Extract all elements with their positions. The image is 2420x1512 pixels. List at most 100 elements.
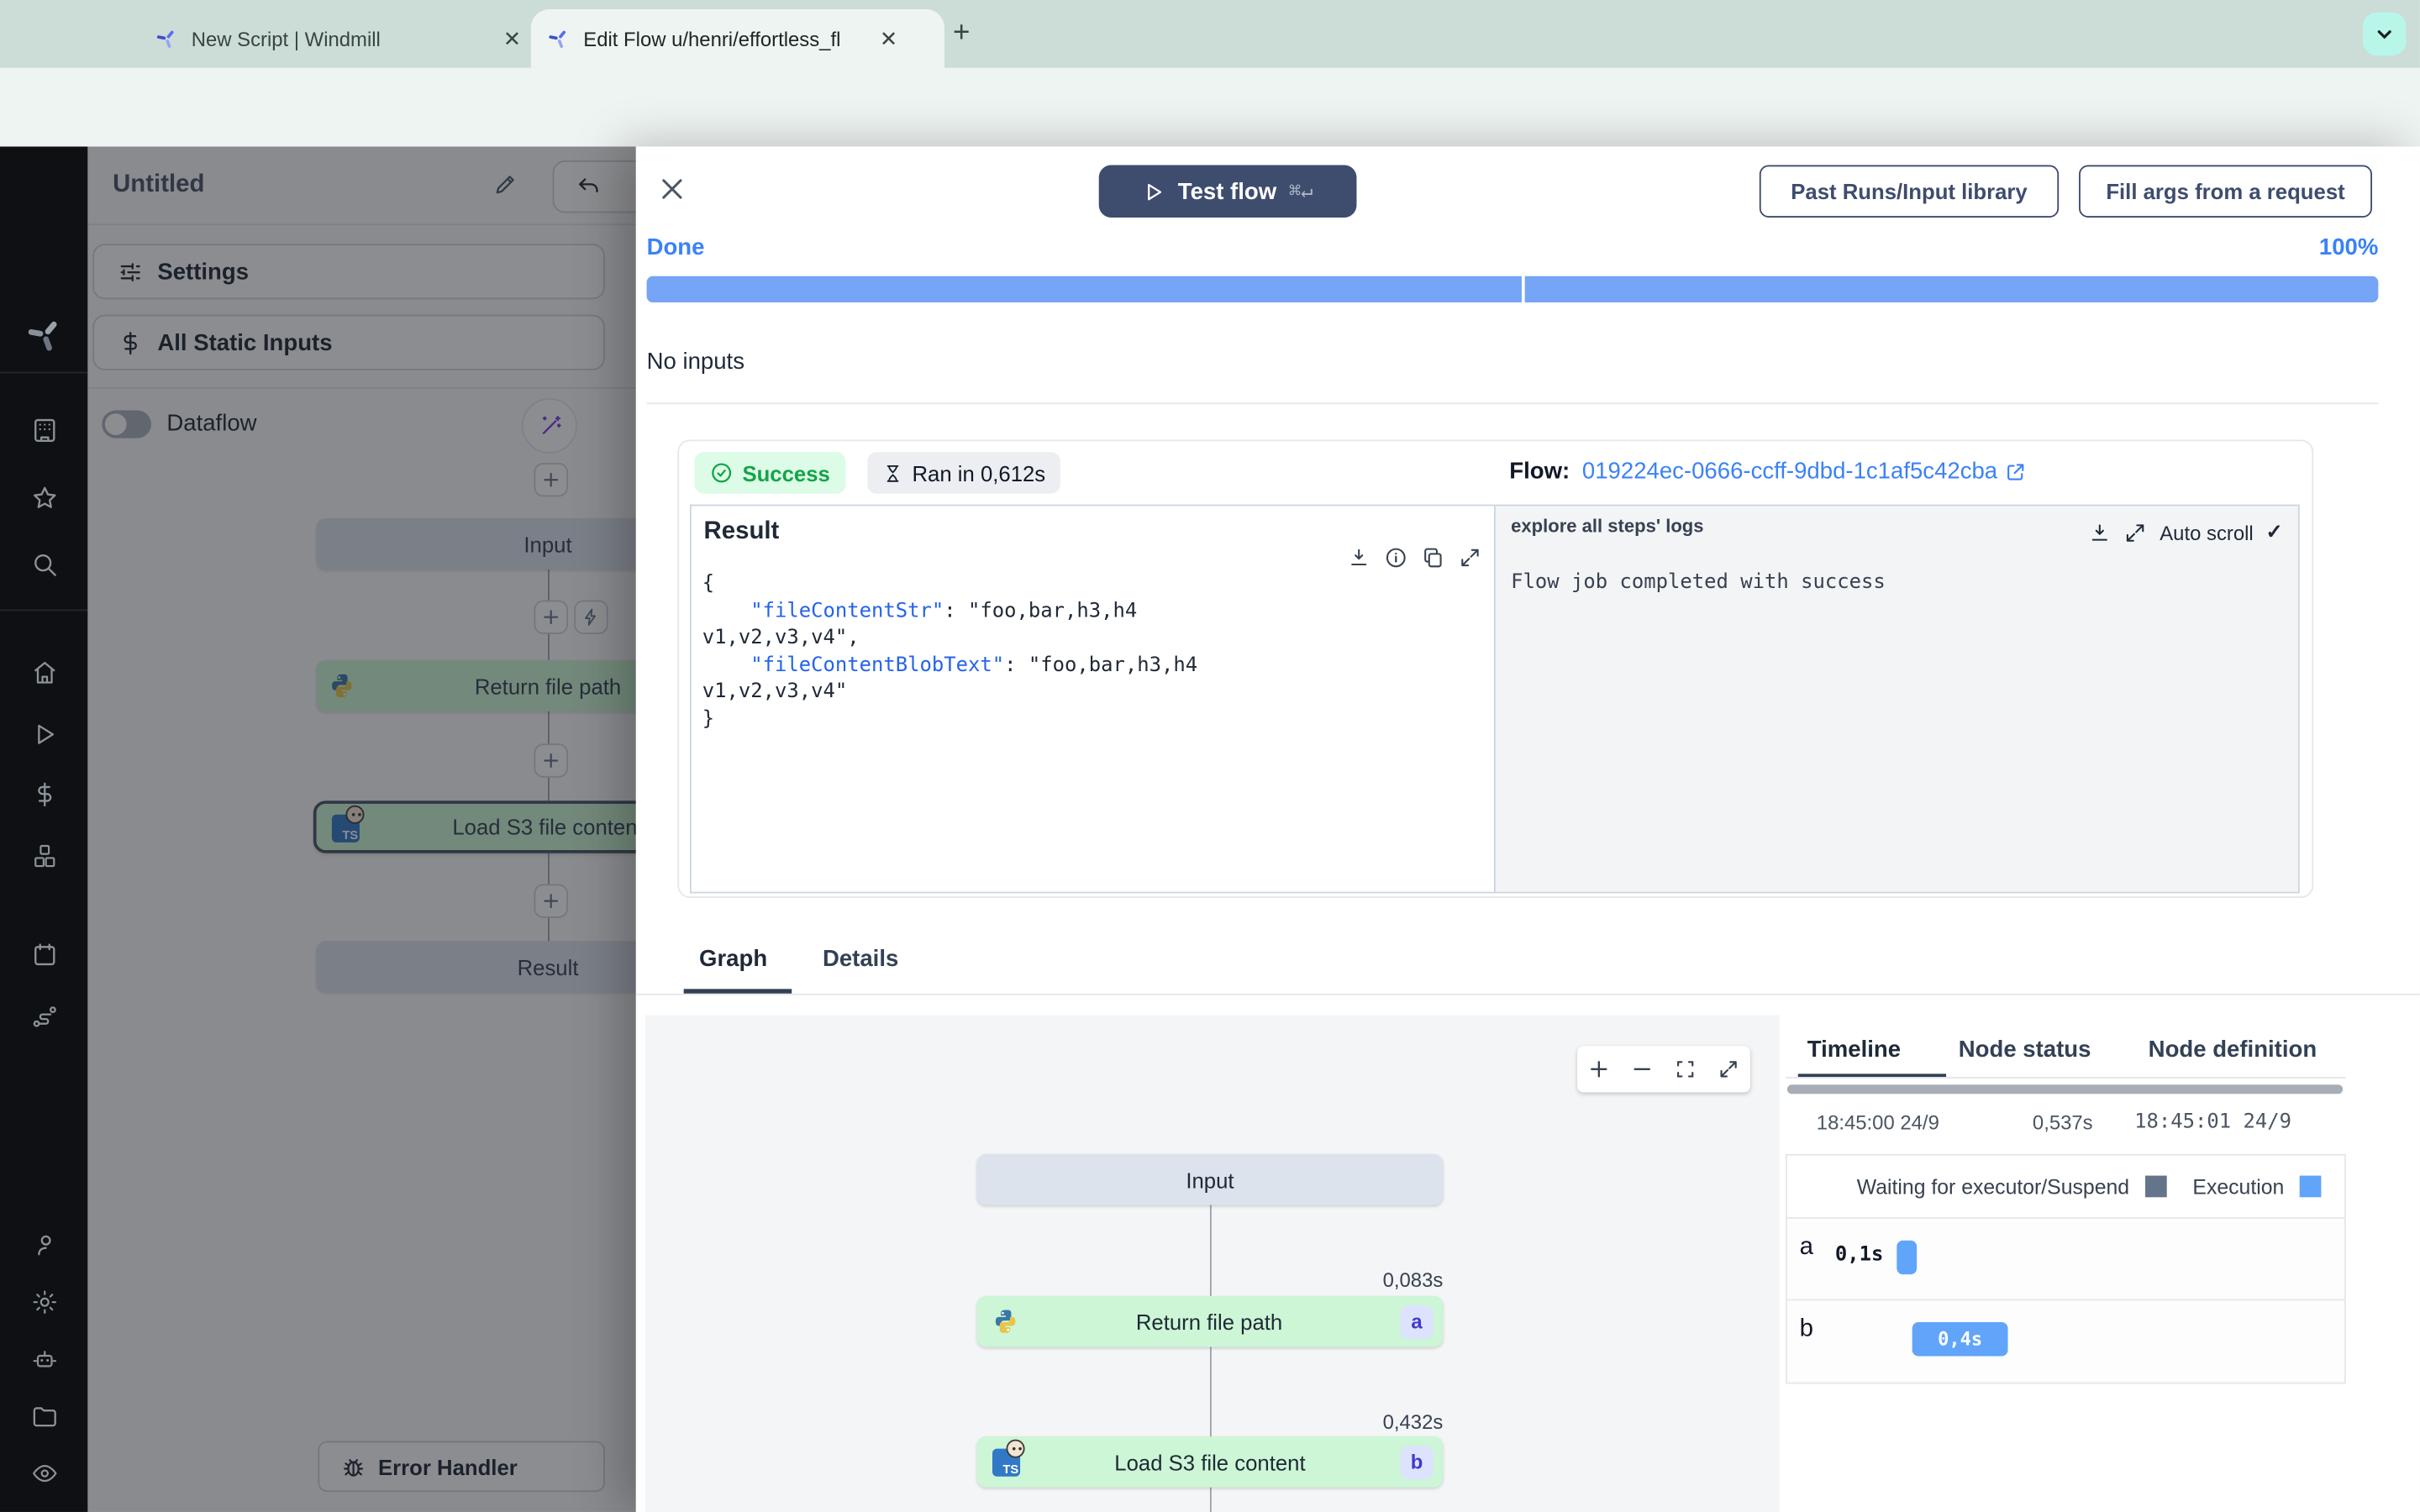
- edge: [1209, 1487, 1212, 1512]
- start-time: 18:45:00 24/9: [1816, 1110, 1939, 1134]
- fill-args-button[interactable]: Fill args from a request: [2079, 165, 2373, 218]
- active-tab-underline: [1797, 1073, 1947, 1078]
- browser-window: New Script | Windmill ✕ Edit Flow u/henr…: [0, 0, 2420, 1512]
- tab-close-icon[interactable]: ✕: [880, 25, 898, 51]
- legend-execution-label: Execution: [2192, 1174, 2285, 1199]
- browser-tab-active[interactable]: Edit Flow u/henri/effortless_fl ✕: [530, 9, 945, 68]
- result-logs-split: Result { "fileContentStr": "foo,bar,h3,h…: [690, 504, 2300, 894]
- step-duration: 0,432s: [1382, 1410, 1444, 1434]
- download-icon[interactable]: [1347, 546, 1370, 570]
- windmill-logo-icon[interactable]: [0, 308, 88, 360]
- sidebar-item-variables[interactable]: [0, 769, 88, 821]
- copy-icon[interactable]: [1422, 546, 1445, 570]
- flow-id-row: Flow: 019224ec-0666-ccff-9dbd-1c1af5c42c…: [1509, 458, 2027, 485]
- flow-id-link[interactable]: 019224ec-0666-ccff-9dbd-1c1af5c42cba: [1582, 458, 2027, 485]
- ran-in-label: Ran in 0,612s: [912, 460, 1046, 486]
- python-icon: [995, 1310, 1016, 1333]
- app-sidebar: [0, 146, 88, 1512]
- flow-editor-panel: Untitled Settings All Static Inputs Data…: [87, 146, 639, 1512]
- new-tab-button[interactable]: +: [944, 18, 978, 52]
- duration-badge: Ran in 0,612s: [867, 452, 1061, 494]
- graph-node-b[interactable]: TS Load S3 file content b: [976, 1436, 1444, 1488]
- test-flow-button[interactable]: Test flow ⌘↵: [1098, 165, 1357, 218]
- sidebar-divider: [0, 609, 88, 612]
- typescript-bun-icon: TS: [992, 1438, 1025, 1476]
- tab-node-definition[interactable]: Node definition: [2149, 1037, 2317, 1063]
- sidebar-item-runs[interactable]: [0, 708, 88, 760]
- row-id: a: [1799, 1234, 1813, 1261]
- canvas-zoom-toolbar: [1577, 1046, 1750, 1093]
- shortcut-hint: ⌘↵: [1288, 179, 1313, 203]
- eye-icon[interactable]: [0, 1447, 88, 1499]
- fit-view-icon[interactable]: [1675, 1058, 1697, 1080]
- tab-search-button[interactable]: [2362, 12, 2407, 56]
- info-icon[interactable]: [1385, 546, 1408, 570]
- json-value: "foo,bar,h3,h4: [1028, 653, 1198, 677]
- folder-icon[interactable]: [0, 1390, 88, 1442]
- timeline-row-a: a 0,1s: [1786, 1218, 2344, 1301]
- tab-graph[interactable]: Graph: [699, 946, 767, 972]
- end-time: 18:45:01 24/9: [2134, 1110, 2292, 1134]
- expand-icon[interactable]: [1459, 546, 1482, 570]
- sidebar-item-favorites[interactable]: [0, 472, 88, 524]
- sidebar-item-apps[interactable]: [0, 404, 88, 456]
- json-key: "fileContentStr": [750, 599, 944, 623]
- tab-timeline[interactable]: Timeline: [1807, 1037, 1901, 1063]
- sidebar-item-resources[interactable]: [0, 830, 88, 882]
- legend-execution-swatch: [2299, 1175, 2322, 1198]
- past-runs-button[interactable]: Past Runs/Input library: [1759, 165, 2060, 218]
- auto-scroll-checkbox[interactable]: ✓: [2265, 520, 2282, 544]
- fullscreen-icon[interactable]: [1718, 1058, 1739, 1080]
- sidebar-item-workers[interactable]: [0, 1333, 88, 1385]
- logs-pane: explore all steps' logs Auto scroll ✓ Fl…: [1493, 506, 2298, 892]
- json-key: "fileContentBlobText": [750, 653, 1005, 677]
- edge: [1209, 1205, 1212, 1296]
- result-json: { "fileContentStr": "foo,bar,h3,h4 v1,v2…: [702, 572, 1198, 731]
- edge: [1209, 1347, 1212, 1436]
- row-id: b: [1799, 1315, 1813, 1342]
- fill-args-label: Fill args from a request: [2106, 179, 2345, 204]
- browser-tab-strip: New Script | Windmill ✕ Edit Flow u/henr…: [0, 0, 2420, 68]
- gear-icon[interactable]: [0, 1276, 88, 1328]
- flow-graph-canvas[interactable]: Input 0,083s Return file path a 0,432s T…: [644, 1015, 1780, 1512]
- legend-waiting-label: Waiting for executor/Suspend: [1856, 1174, 2130, 1199]
- execution-bar: [1897, 1240, 1918, 1275]
- step-id-badge: a: [1399, 1304, 1434, 1339]
- sidebar-item-home[interactable]: [0, 647, 88, 699]
- search-icon[interactable]: [0, 538, 88, 591]
- row-duration: 0,1s: [1834, 1243, 1884, 1267]
- tab-title: Edit Flow u/henri/effortless_fl: [583, 27, 841, 50]
- zoom-in-icon[interactable]: [1588, 1058, 1610, 1080]
- section-divider: [646, 402, 2379, 405]
- past-runs-label: Past Runs/Input library: [1791, 179, 2028, 204]
- progress-bar: [646, 276, 2379, 302]
- windmill-favicon-icon: [156, 30, 174, 49]
- graph-node-input[interactable]: Input: [976, 1153, 1444, 1205]
- expand-icon[interactable]: [2124, 521, 2148, 544]
- test-flow-label: Test flow: [1177, 178, 1277, 205]
- sidebar-item-flows[interactable]: [0, 990, 88, 1042]
- tab-node-status[interactable]: Node status: [1959, 1037, 2091, 1063]
- browser-tab-inactive[interactable]: New Script | Windmill ✕: [139, 9, 555, 68]
- timeline-scrollbar[interactable]: [1786, 1084, 2344, 1095]
- timeline-rows: Waiting for executor/Suspend Execution a…: [1786, 1153, 2346, 1384]
- logs-header: explore all steps' logs: [1511, 515, 1704, 538]
- hourglass-icon: [886, 465, 899, 481]
- tab-details[interactable]: Details: [823, 946, 898, 972]
- sidebar-item-users[interactable]: [0, 1219, 88, 1271]
- close-drawer-button[interactable]: [657, 175, 687, 204]
- json-value: v1,v2,v3,v4",: [702, 626, 860, 650]
- windmill-favicon-icon: [549, 30, 566, 49]
- download-icon[interactable]: [2089, 521, 2112, 544]
- timeline-row-b: b 0,4s: [1786, 1300, 2344, 1384]
- play-icon: [1148, 182, 1162, 200]
- zoom-out-icon[interactable]: [1631, 1058, 1653, 1080]
- no-inputs-label: No inputs: [646, 349, 744, 375]
- graph-node-a[interactable]: Return file path a: [976, 1295, 1444, 1347]
- tab-close-icon[interactable]: ✕: [503, 25, 522, 51]
- sidebar-divider: [0, 371, 88, 374]
- progress-step-divider: [1521, 276, 1525, 302]
- sidebar-item-schedules[interactable]: [0, 929, 88, 981]
- execution-bar: 0,4s: [1912, 1322, 2008, 1357]
- node-label: Return file path: [1135, 1309, 1283, 1334]
